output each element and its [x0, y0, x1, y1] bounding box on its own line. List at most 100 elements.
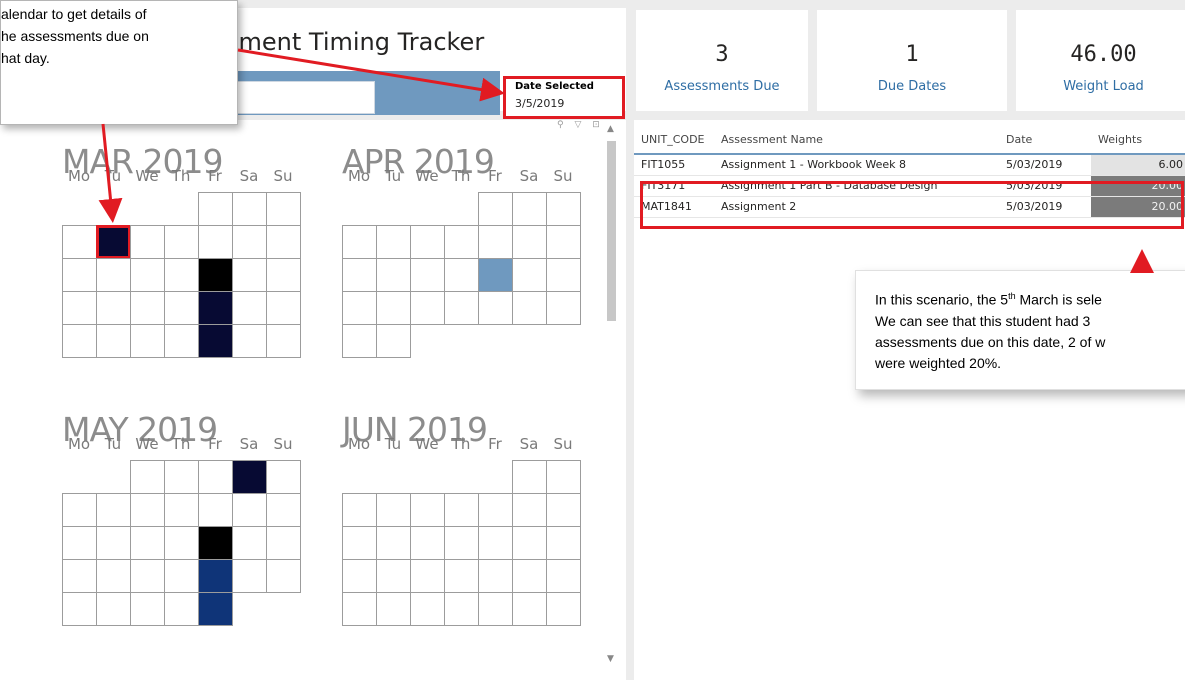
- calendar-day-cell[interactable]: [96, 526, 131, 560]
- calendar-day-cell[interactable]: [198, 291, 233, 325]
- column-header-unit-code[interactable]: UNIT_CODE: [634, 130, 714, 155]
- calendar-day-cell[interactable]: [164, 592, 199, 626]
- calendar-day-cell[interactable]: [376, 291, 411, 325]
- column-header-assessment-name[interactable]: Assessment Name: [714, 130, 999, 155]
- calendar-day-cell[interactable]: [342, 291, 377, 325]
- calendar-day-cell[interactable]: [444, 291, 479, 325]
- calendar-day-cell[interactable]: [232, 493, 267, 527]
- calendar-day-cell[interactable]: [512, 493, 547, 527]
- calendar-day-cell[interactable]: [130, 559, 165, 593]
- calendar-day-cell[interactable]: [198, 559, 233, 593]
- calendar-day-cell[interactable]: [266, 324, 301, 358]
- calendar-day-cell[interactable]: [546, 291, 581, 325]
- kpi-card-due-dates[interactable]: 1 Due Dates: [817, 10, 1007, 111]
- calendar-day-cell[interactable]: [342, 592, 377, 626]
- calendar-day-cell[interactable]: [512, 258, 547, 292]
- calendar-day-cell[interactable]: [198, 460, 233, 494]
- scroll-thumb[interactable]: [607, 141, 616, 321]
- calendar-day-cell[interactable]: [62, 225, 97, 259]
- calendar-day-cell[interactable]: [164, 526, 199, 560]
- calendar-day-cell[interactable]: [198, 526, 233, 560]
- calendar-day-cell[interactable]: [444, 258, 479, 292]
- calendar-day-cell[interactable]: [478, 493, 513, 527]
- calendar-day-cell[interactable]: [62, 526, 97, 560]
- calendar-day-cell[interactable]: [512, 559, 547, 593]
- calendar-day-cell[interactable]: [232, 291, 267, 325]
- column-header-weights[interactable]: Weights: [1091, 130, 1185, 155]
- calendar-day-cell[interactable]: [130, 526, 165, 560]
- calendar-day-cell[interactable]: [376, 324, 411, 358]
- column-header-date[interactable]: Date: [999, 130, 1091, 155]
- calendar-day-cell[interactable]: [198, 192, 233, 226]
- calendar-day-cell[interactable]: [130, 225, 165, 259]
- calendar-day-cell[interactable]: [410, 258, 445, 292]
- calendar-day-cell[interactable]: [232, 324, 267, 358]
- calendar-day-cell[interactable]: [376, 559, 411, 593]
- calendar-day-cell[interactable]: [130, 258, 165, 292]
- calendar-day-cell[interactable]: [376, 592, 411, 626]
- calendar-day-cell[interactable]: [62, 324, 97, 358]
- calendar-day-cell[interactable]: [130, 291, 165, 325]
- calendar-day-cell[interactable]: [266, 559, 301, 593]
- calendar-day-cell[interactable]: [96, 225, 131, 259]
- calendar-day-cell[interactable]: [266, 225, 301, 259]
- calendar-day-cell[interactable]: [410, 225, 445, 259]
- calendar-day-cell[interactable]: [62, 493, 97, 527]
- calendar-day-cell[interactable]: [342, 225, 377, 259]
- calendar-day-cell[interactable]: [232, 192, 267, 226]
- calendar-day-cell[interactable]: [546, 460, 581, 494]
- calendar-day-cell[interactable]: [130, 460, 165, 494]
- calendar-day-cell[interactable]: [342, 324, 377, 358]
- calendar-day-cell[interactable]: [410, 592, 445, 626]
- calendar-day-cell[interactable]: [232, 258, 267, 292]
- calendar-day-cell[interactable]: [266, 258, 301, 292]
- calendar-day-cell[interactable]: [198, 225, 233, 259]
- calendar-day-cell[interactable]: [198, 592, 233, 626]
- calendar-day-cell[interactable]: [546, 258, 581, 292]
- calendar-day-cell[interactable]: [62, 291, 97, 325]
- calendar-day-cell[interactable]: [232, 225, 267, 259]
- calendar-day-cell[interactable]: [342, 258, 377, 292]
- calendar-day-cell[interactable]: [444, 493, 479, 527]
- calendar-day-cell[interactable]: [266, 460, 301, 494]
- table-row[interactable]: FIT1055 Assignment 1 - Workbook Week 8 5/0…: [634, 154, 1185, 176]
- calendar-day-cell[interactable]: [266, 526, 301, 560]
- calendar-day-cell[interactable]: [96, 324, 131, 358]
- calendar-day-cell[interactable]: [164, 291, 199, 325]
- calendar-day-cell[interactable]: [96, 592, 131, 626]
- calendar-day-cell[interactable]: [164, 225, 199, 259]
- calendar-day-cell[interactable]: [512, 192, 547, 226]
- calendar-day-cell[interactable]: [342, 559, 377, 593]
- calendar-day-cell[interactable]: [164, 559, 199, 593]
- calendar-day-cell[interactable]: [410, 291, 445, 325]
- calendar-day-cell[interactable]: [478, 192, 513, 226]
- calendar-day-cell[interactable]: [546, 592, 581, 626]
- calendar-day-cell[interactable]: [164, 324, 199, 358]
- calendar-day-cell[interactable]: [164, 493, 199, 527]
- calendar-day-cell[interactable]: [198, 324, 233, 358]
- calendar-day-cell[interactable]: [478, 526, 513, 560]
- calendar-day-cell[interactable]: [62, 559, 97, 593]
- calendar-day-cell[interactable]: [376, 258, 411, 292]
- calendar-day-cell[interactable]: [164, 460, 199, 494]
- calendar-day-cell[interactable]: [410, 493, 445, 527]
- calendar-day-cell[interactable]: [478, 258, 513, 292]
- calendar-day-cell[interactable]: [130, 592, 165, 626]
- calendar-day-cell[interactable]: [96, 291, 131, 325]
- calendar-day-cell[interactable]: [130, 324, 165, 358]
- calendar-day-cell[interactable]: [444, 526, 479, 560]
- calendar-day-cell[interactable]: [444, 559, 479, 593]
- calendar-day-cell[interactable]: [478, 225, 513, 259]
- kpi-card-assessments-due[interactable]: 3 Assessments Due: [636, 10, 808, 111]
- calendar-day-cell[interactable]: [96, 559, 131, 593]
- calendar-day-cell[interactable]: [478, 592, 513, 626]
- calendar-day-cell[interactable]: [266, 291, 301, 325]
- calendar-day-cell[interactable]: [512, 291, 547, 325]
- kpi-card-weight-load[interactable]: 46.00 Weight Load: [1016, 10, 1185, 111]
- calendar-day-cell[interactable]: [62, 592, 97, 626]
- calendar-day-cell[interactable]: [232, 559, 267, 593]
- calendar-day-cell[interactable]: [96, 493, 131, 527]
- calendar-day-cell[interactable]: [546, 192, 581, 226]
- calendar-day-cell[interactable]: [546, 225, 581, 259]
- calendar-day-cell[interactable]: [512, 225, 547, 259]
